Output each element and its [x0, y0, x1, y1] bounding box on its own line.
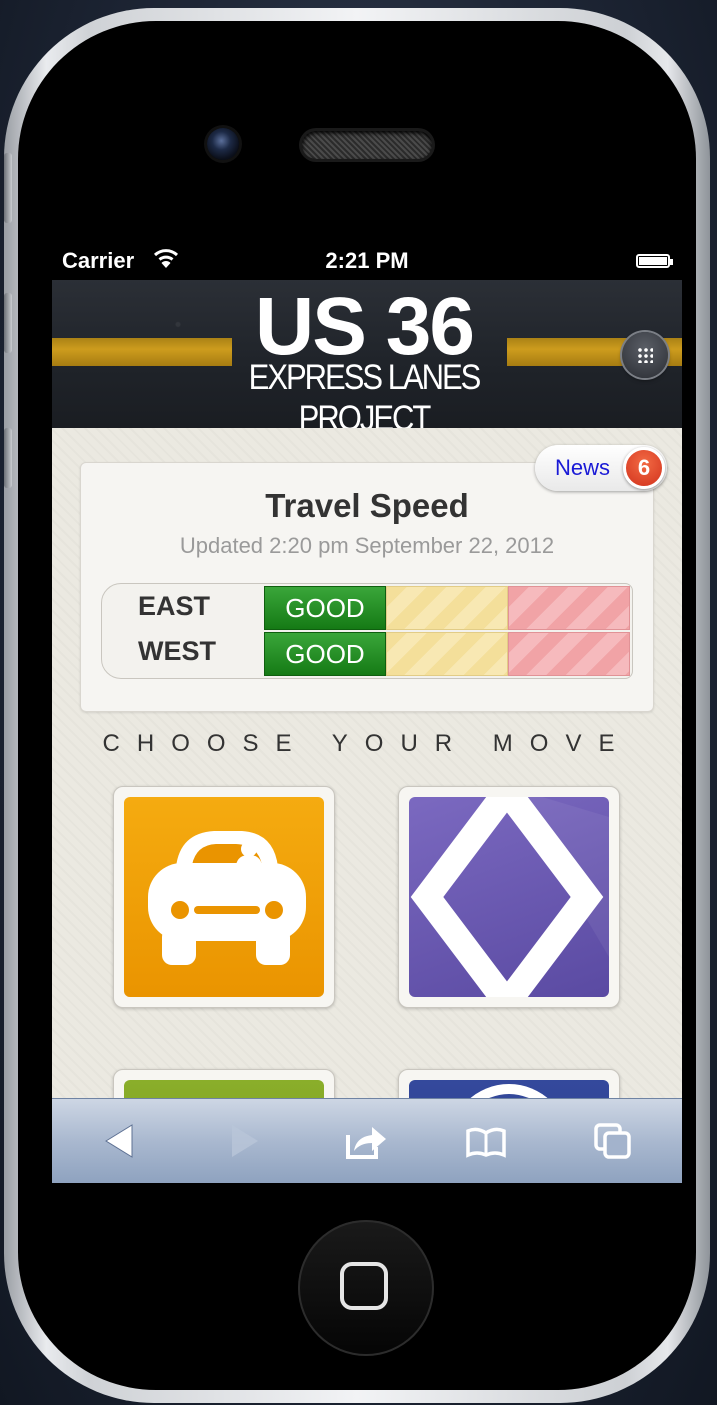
volume-up-button: [4, 293, 12, 353]
home-button[interactable]: [298, 1220, 434, 1356]
earpiece-speaker: [302, 131, 432, 159]
west-moderate-segment: [386, 632, 508, 676]
phone-screen: Carrier 2:21 PM US 36 EXPRESS LANES PROJ…: [52, 240, 682, 1183]
direction-label-east: EAST: [138, 591, 211, 621]
updated-timestamp: Updated 2:20 pm September 22, 2012: [179, 533, 555, 558]
logo-subtitle: EXPRESS LANES PROJECT: [248, 356, 482, 439]
carpool-tile-face: [124, 797, 324, 997]
travel-speed-card: Travel Speed Updated 2:20 pm September 2…: [80, 462, 654, 712]
mute-switch: [4, 153, 12, 223]
share-button[interactable]: [344, 1121, 388, 1161]
share-icon: [346, 1127, 386, 1159]
tabs-button[interactable]: [592, 1121, 636, 1161]
battery-icon: [636, 254, 673, 268]
east-moderate-segment: [386, 586, 508, 630]
news-button[interactable]: News 6: [535, 445, 667, 491]
direction-label-west: WEST: [138, 636, 216, 666]
west-slow-segment: [508, 632, 630, 676]
news-label: News: [555, 455, 611, 480]
menu-button[interactable]: [622, 332, 668, 378]
hov-tile-face: [409, 797, 609, 997]
browser-toolbar: [52, 1098, 682, 1183]
east-slow-segment: [508, 586, 630, 630]
carpool-car-icon: [148, 831, 306, 965]
bookmarks-button[interactable]: [464, 1121, 508, 1161]
tabs-pages-icon: [594, 1123, 631, 1159]
lane-stripe-left: [52, 338, 232, 366]
east-good-segment: GOOD: [264, 586, 386, 630]
front-camera: [207, 128, 239, 160]
status-bar: Carrier 2:21 PM: [52, 240, 682, 280]
news-count-badge: 6: [623, 447, 665, 489]
forward-arrow-icon: [232, 1125, 258, 1157]
bookmarks-book-icon: [466, 1127, 506, 1158]
app-header: US 36 EXPRESS LANES PROJECT: [52, 280, 682, 438]
status-time: 2:21 PM: [325, 248, 409, 273]
hov-tile[interactable]: [398, 786, 620, 1008]
carpool-tile[interactable]: [113, 786, 335, 1008]
hov-diamond-icon: [410, 797, 609, 997]
back-arrow-icon: [105, 1124, 133, 1158]
section-title: CHOOSE YOUR MOVE: [102, 730, 632, 757]
grid-menu-icon: [637, 347, 653, 363]
speed-table: EAST WEST GOOD GOOD: [101, 583, 633, 679]
card-title: Travel Speed: [265, 487, 469, 524]
home-square-icon: [340, 1262, 388, 1310]
forward-button[interactable]: [222, 1121, 266, 1161]
volume-down-button: [4, 428, 12, 488]
west-good-segment: GOOD: [264, 632, 386, 676]
back-button[interactable]: [98, 1121, 142, 1161]
